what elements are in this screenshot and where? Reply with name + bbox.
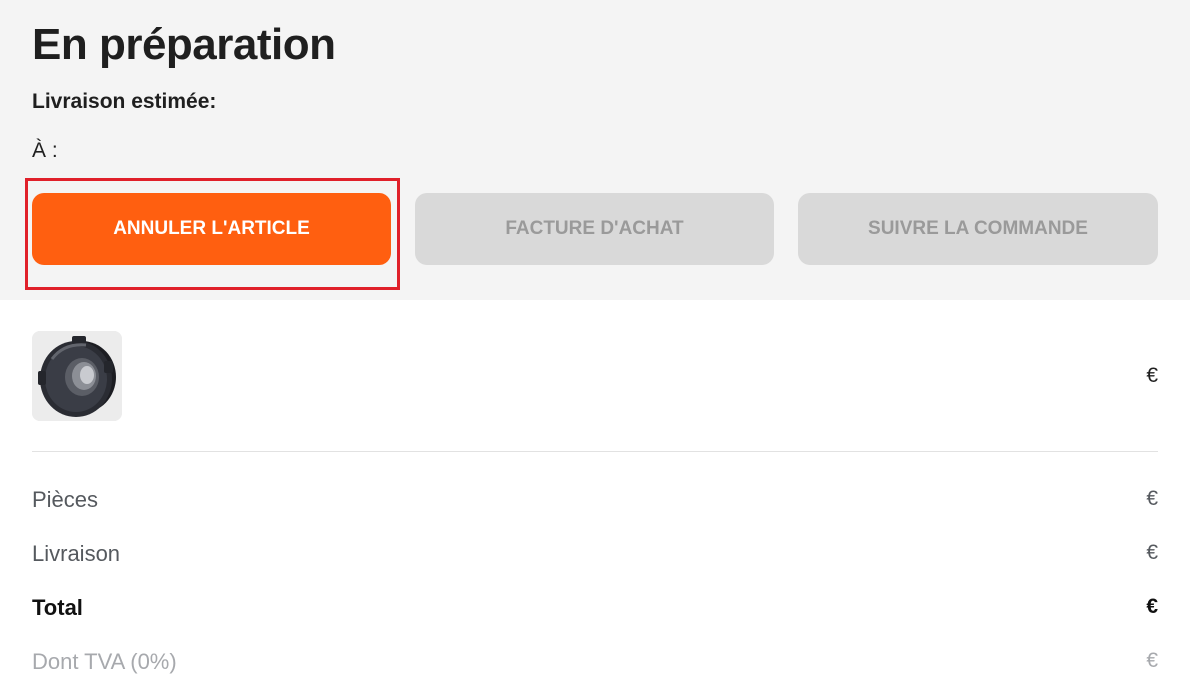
total-label: Total [32, 595, 83, 620]
vat-label: Dont TVA (0%) [32, 649, 177, 674]
divider [32, 451, 1158, 452]
page-title: En préparation [32, 20, 336, 69]
purchase-invoice-button[interactable]: FACTURE D'ACHAT [415, 193, 774, 265]
total-value: € [1146, 595, 1158, 618]
shipping-value: € [1146, 541, 1158, 564]
order-status-header: En préparation Livraison estimée: À : AN… [0, 0, 1190, 300]
item-price: € [1146, 364, 1158, 387]
vat-value: € [1146, 649, 1158, 672]
product-image-icon [32, 331, 122, 421]
cancel-item-button[interactable]: ANNULER L'ARTICLE [32, 193, 391, 265]
delivery-address-label: À : [32, 139, 58, 162]
estimated-delivery-label: Livraison estimée: [32, 90, 217, 113]
shipping-label: Livraison [32, 541, 121, 566]
parts-value: € [1146, 487, 1158, 510]
product-thumbnail[interactable] [32, 331, 122, 421]
track-order-button[interactable]: SUIVRE LA COMMANDE [798, 193, 1158, 265]
parts-label: Pièces [32, 487, 99, 512]
